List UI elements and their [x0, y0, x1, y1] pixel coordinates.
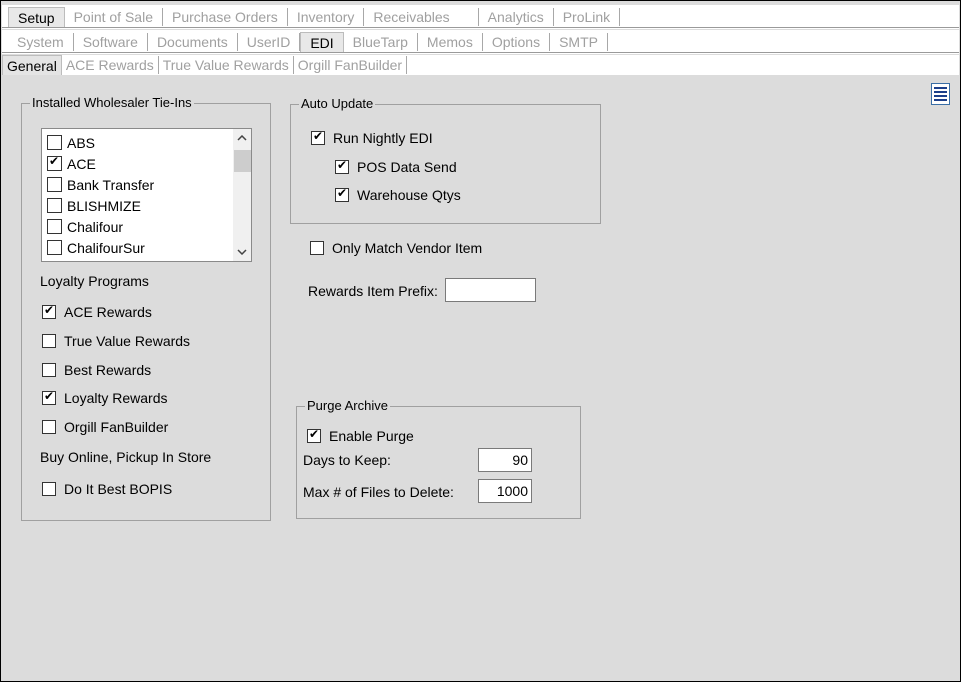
chevron-down-icon[interactable]: [233, 243, 251, 261]
checkbox-box[interactable]: [42, 482, 56, 496]
tab-orgill-fanbuilder[interactable]: Orgill FanBuilder: [294, 56, 408, 74]
tab-documents[interactable]: Documents: [148, 33, 238, 51]
list-item[interactable]: BLISHMIZE: [47, 195, 141, 216]
enable-purge-checkbox[interactable]: Enable Purge: [307, 427, 414, 444]
checkbox-box[interactable]: [335, 158, 349, 174]
best-rewards-checkbox[interactable]: Best Rewards: [42, 362, 151, 378]
tab-ace-rewards[interactable]: ACE Rewards: [62, 56, 159, 74]
checkbox-box[interactable]: [311, 129, 325, 145]
hamburger-menu-button[interactable]: [931, 83, 950, 105]
checkbox-box[interactable]: [47, 177, 62, 192]
tab-edi[interactable]: EDI: [300, 32, 344, 52]
warehouse-qtys-checkbox[interactable]: Warehouse Qtys: [335, 186, 461, 203]
orgill-fanbuilder-checkbox[interactable]: Orgill FanBuilder: [42, 419, 168, 435]
tab-userid[interactable]: UserID: [238, 33, 301, 51]
loyalty-rewards-checkbox[interactable]: Loyalty Rewards: [42, 389, 168, 406]
hamburger-menu-icon: [934, 87, 947, 101]
only-match-vendor-item-checkbox[interactable]: Only Match Vendor Item: [310, 240, 482, 256]
checkbox-box[interactable]: [47, 135, 62, 150]
checkbox-box[interactable]: [42, 303, 56, 319]
checkbox-box[interactable]: [42, 362, 56, 377]
list-item[interactable]: ChalifourSur: [47, 237, 145, 258]
setup-tab-row: System Software Documents UserID EDI BlueTarp…: [2, 30, 959, 54]
checkbox-box[interactable]: [47, 154, 62, 171]
purge-archive-title: Purge Archive: [305, 398, 390, 413]
tab-analytics[interactable]: Analytics: [479, 8, 554, 26]
main-tab-row: Setup Point of Sale Purchase Orders Invento…: [2, 5, 959, 29]
tab-options[interactable]: Options: [483, 33, 551, 51]
tab-prolink[interactable]: ProLink: [554, 8, 621, 26]
list-scrollbar[interactable]: [233, 129, 251, 261]
tab-system[interactable]: System: [8, 33, 74, 51]
tab-purchase-orders[interactable]: Purchase Orders: [163, 8, 288, 26]
list-item[interactable]: Chalifour: [47, 216, 123, 237]
tab-point-of-sale[interactable]: Point of Sale: [65, 8, 163, 26]
tab-divider: [2, 27, 959, 28]
scrollbar-thumb[interactable]: [234, 150, 251, 172]
rewards-item-prefix-label: Rewards Item Prefix:: [308, 283, 438, 299]
auto-update-title: Auto Update: [299, 96, 376, 111]
ace-rewards-checkbox[interactable]: ACE Rewards: [42, 303, 152, 320]
wholesaler-list[interactable]: ABSACEBank TransferBLISHMIZEChalifourCha…: [41, 128, 252, 262]
auto-update-group: Auto Update Run Nightly EDI POS Data Sen…: [290, 96, 601, 224]
checkbox-box[interactable]: [42, 420, 56, 435]
edi-tab-row: General ACE Rewards True Value Rewards Orgi…: [2, 55, 959, 75]
tab-inventory[interactable]: Inventory: [288, 8, 365, 26]
list-item[interactable]: ACE: [47, 153, 96, 174]
rewards-item-prefix-input[interactable]: [445, 278, 536, 302]
edi-settings-window: Setup Point of Sale Purchase Orders Invento…: [0, 0, 961, 682]
tab-memos[interactable]: Memos: [418, 33, 483, 51]
tab-software[interactable]: Software: [74, 33, 148, 51]
tab-general[interactable]: General: [2, 55, 62, 75]
checkbox-box[interactable]: [310, 241, 324, 255]
tab-setup[interactable]: Setup: [8, 7, 65, 27]
tab-receivables[interactable]: Receivables: [364, 8, 479, 26]
checkbox-box[interactable]: [42, 389, 56, 406]
chevron-up-icon[interactable]: [233, 129, 251, 147]
checkbox-box[interactable]: [47, 198, 62, 213]
loyalty-programs-label: Loyalty Programs: [40, 273, 149, 289]
pos-data-send-checkbox[interactable]: POS Data Send: [335, 158, 457, 175]
tab-smtp[interactable]: SMTP: [550, 33, 608, 51]
checkbox-box[interactable]: [47, 219, 62, 234]
wholesaler-group: Installed Wholesaler Tie-Ins ABSACEBank …: [21, 95, 271, 521]
wholesaler-group-title: Installed Wholesaler Tie-Ins: [30, 95, 194, 110]
checkbox-box[interactable]: [307, 427, 321, 443]
days-to-keep-label: Days to Keep:: [303, 452, 391, 468]
checkbox-box[interactable]: [47, 240, 62, 255]
true-value-rewards-checkbox[interactable]: True Value Rewards: [42, 333, 190, 349]
do-it-best-bopis-checkbox[interactable]: Do It Best BOPIS: [42, 481, 172, 497]
tab-divider: [2, 52, 959, 53]
purge-archive-group: Purge Archive Enable Purge Days to Keep:…: [296, 398, 581, 519]
list-item[interactable]: ABS: [47, 132, 95, 153]
bopis-label: Buy Online, Pickup In Store: [40, 449, 212, 465]
checkbox-box[interactable]: [42, 333, 56, 348]
max-files-input[interactable]: [478, 479, 532, 503]
checkbox-box[interactable]: [335, 186, 349, 202]
tab-true-value-rewards[interactable]: True Value Rewards: [159, 56, 294, 74]
run-nightly-edi-checkbox[interactable]: Run Nightly EDI: [311, 129, 433, 146]
days-to-keep-input[interactable]: [478, 448, 532, 472]
tab-bluetarp[interactable]: BlueTarp: [344, 33, 418, 51]
list-item[interactable]: Bank Transfer: [47, 174, 154, 195]
max-files-label: Max # of Files to Delete:: [303, 484, 454, 500]
